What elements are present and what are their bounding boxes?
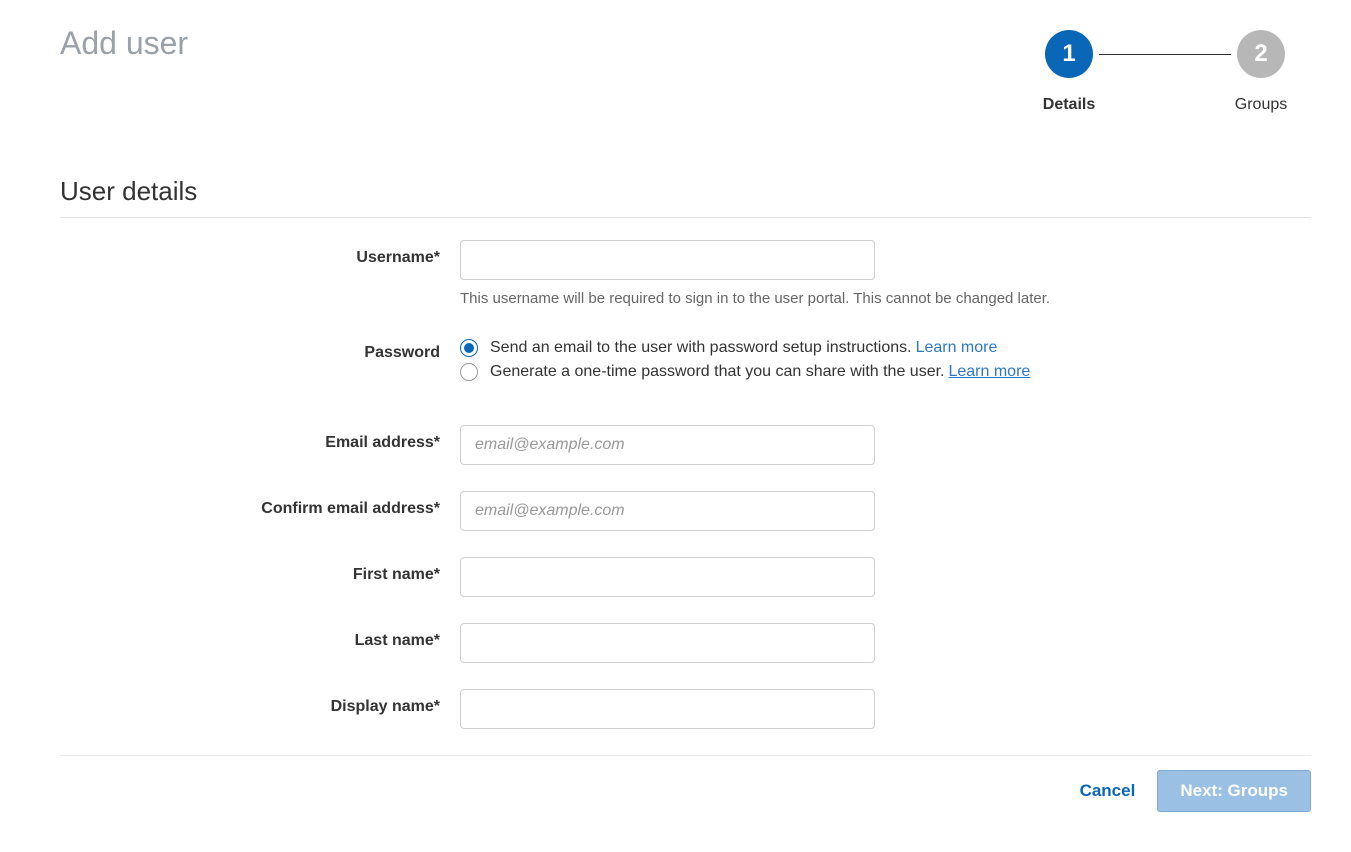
learn-more-link-2[interactable]: Learn more — [948, 363, 1030, 381]
display-name-input[interactable] — [460, 689, 875, 729]
wizard-step-details[interactable]: 1 Details — [1039, 30, 1099, 114]
email-label: Email address* — [60, 425, 460, 452]
step-connector — [1099, 54, 1231, 55]
username-input[interactable] — [460, 240, 875, 280]
wizard-step-groups[interactable]: 2 Groups — [1231, 30, 1291, 114]
form-footer: Cancel Next: Groups — [60, 755, 1311, 812]
username-label: Username* — [60, 240, 460, 267]
page-title: Add user — [60, 25, 188, 62]
confirm-email-input[interactable] — [460, 491, 875, 531]
confirm-email-label: Confirm email address* — [60, 491, 460, 518]
radio-icon — [460, 339, 478, 357]
username-hint: This username will be required to sign i… — [460, 290, 1311, 307]
last-name-input[interactable] — [460, 623, 875, 663]
section-title: User details — [60, 176, 1311, 218]
radio-icon — [460, 363, 478, 381]
password-option-generate-text: Generate a one-time password that you ca… — [490, 363, 944, 381]
last-name-label: Last name* — [60, 623, 460, 650]
step-circle-1: 1 — [1045, 30, 1093, 78]
step-label-details: Details — [1043, 96, 1095, 114]
password-option-generate[interactable]: Generate a one-time password that you ca… — [460, 363, 1311, 381]
cancel-button[interactable]: Cancel — [1080, 781, 1136, 801]
step-label-groups: Groups — [1235, 96, 1287, 114]
email-input[interactable] — [460, 425, 875, 465]
first-name-input[interactable] — [460, 557, 875, 597]
password-label: Password — [60, 335, 460, 362]
user-details-form: Username* This username will be required… — [60, 240, 1311, 729]
password-option-email[interactable]: Send an email to the user with password … — [460, 339, 1311, 357]
next-groups-button[interactable]: Next: Groups — [1157, 770, 1311, 812]
wizard-steps: 1 Details 2 Groups — [1039, 30, 1311, 114]
password-option-email-text: Send an email to the user with password … — [490, 339, 912, 357]
display-name-label: Display name* — [60, 689, 460, 716]
step-circle-2: 2 — [1237, 30, 1285, 78]
learn-more-link-1[interactable]: Learn more — [916, 339, 998, 357]
first-name-label: First name* — [60, 557, 460, 584]
